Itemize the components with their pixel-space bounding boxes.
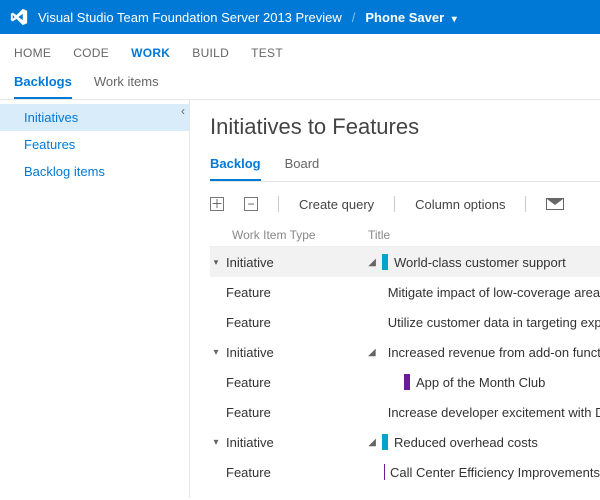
- nav-work[interactable]: WORK: [131, 46, 170, 60]
- work-item-type: Feature: [222, 465, 271, 480]
- toolbar-separator: [394, 196, 395, 212]
- sidebar-item-backlog-items[interactable]: Backlog items: [0, 158, 189, 185]
- view-tabs: Backlog Board: [210, 152, 600, 182]
- initiative-color-chip: [382, 254, 388, 270]
- tree-toggle-icon[interactable]: ◢: [368, 347, 382, 358]
- toolbar: ＋ − Create query Column options: [210, 188, 600, 222]
- grid-row[interactable]: ▾Feature◢App of the Month Club: [210, 367, 600, 397]
- cell-title: ◢Call Center Efficiency Improvements: [368, 464, 600, 480]
- work-item-title: App of the Month Club: [416, 375, 545, 390]
- sidebar-collapse-handle[interactable]: ‹: [181, 104, 185, 118]
- grid-row[interactable]: Initiative ◢ World-class customer support: [210, 247, 600, 277]
- cell-work-item-type: ▾Initiative: [210, 345, 368, 360]
- work-item-title: Increased revenue from add-on functional…: [388, 345, 600, 360]
- grid-row[interactable]: ▾Feature◢Utilize customer data in target…: [210, 307, 600, 337]
- create-query-button[interactable]: Create query: [299, 197, 374, 212]
- page-title: Initiatives to Features: [210, 114, 600, 140]
- nav-home[interactable]: HOME: [14, 46, 51, 60]
- cell-title: ◢ World-class customer support: [368, 254, 600, 270]
- grid-header: Work Item Type Title: [210, 222, 600, 247]
- grid-row[interactable]: ▾Feature◢Mitigate impact of low-coverage…: [210, 277, 600, 307]
- sidebar: ‹ InitiativesFeaturesBacklog items: [0, 100, 190, 498]
- work-item-title: Call Center Efficiency Improvements: [390, 465, 600, 480]
- work-item-type: Feature: [222, 315, 271, 330]
- work-item-title: Mitigate impact of low-coverage areas: [388, 285, 600, 300]
- grid-row[interactable]: ▾Feature◢Call Center Efficiency Improvem…: [210, 457, 600, 487]
- cell-work-item-type: ▾Feature: [210, 405, 368, 420]
- grid-row[interactable]: ▾Initiative◢Reduced overhead costs: [210, 427, 600, 457]
- work-item-type: Feature: [222, 375, 271, 390]
- primary-nav: HOME CODE WORK BUILD TEST: [0, 34, 600, 62]
- work-item-type: Initiative: [222, 255, 274, 270]
- content-body: ‹ InitiativesFeaturesBacklog items Initi…: [0, 100, 600, 498]
- tree-toggle-icon[interactable]: ◢: [368, 257, 382, 268]
- grid-row[interactable]: ▾Initiative◢Increased revenue from add-o…: [210, 337, 600, 367]
- product-name: Visual Studio Team Foundation Server 201…: [38, 10, 342, 25]
- tab-backlog[interactable]: Backlog: [210, 152, 261, 181]
- cell-work-item-type: ▾Feature: [210, 315, 368, 330]
- email-icon[interactable]: [546, 198, 564, 210]
- tree-toggle-icon[interactable]: ◢: [368, 437, 382, 448]
- work-item-type: Initiative: [222, 435, 274, 450]
- collapse-all-icon[interactable]: −: [244, 197, 258, 211]
- cell-title: ◢Increase developer excitement with Deve…: [368, 404, 600, 420]
- cell-title: ◢Utilize customer data in targeting expa…: [368, 314, 600, 330]
- work-item-type: Initiative: [222, 345, 274, 360]
- work-item-title: Increase developer excitement with Devel…: [388, 405, 600, 420]
- toolbar-separator: [525, 196, 526, 212]
- cell-work-item-type: ▾Initiative: [210, 435, 368, 450]
- toolbar-separator: [278, 196, 279, 212]
- initiative-color-chip: [382, 434, 388, 450]
- work-item-type: Feature: [222, 285, 271, 300]
- grid-body: Initiative ◢ World-class customer support ▾…: [210, 247, 600, 487]
- chevron-down-icon: ▾: [452, 14, 457, 25]
- cell-work-item-type: ▾Feature: [210, 375, 368, 390]
- project-name: Phone Saver: [365, 10, 444, 25]
- cell-title: ◢App of the Month Club: [368, 374, 600, 390]
- work-item-title: Reduced overhead costs: [394, 435, 538, 450]
- nav-test[interactable]: TEST: [251, 46, 283, 60]
- cell-work-item-type: ▾Feature: [210, 285, 368, 300]
- cell-work-item-type: Initiative: [210, 255, 368, 270]
- row-expand-caret[interactable]: ▾: [210, 437, 222, 448]
- app-header: Visual Studio Team Foundation Server 201…: [0, 0, 600, 34]
- tab-board[interactable]: Board: [285, 152, 320, 181]
- column-options-button[interactable]: Column options: [415, 197, 505, 212]
- vs-logo-icon: [8, 6, 30, 28]
- grid-row[interactable]: ▾Feature◢Increase developer excitement w…: [210, 397, 600, 427]
- header-separator: /: [352, 10, 356, 25]
- sidebar-item-features[interactable]: Features: [0, 131, 189, 158]
- sidebar-item-initiatives[interactable]: Initiatives: [0, 104, 189, 131]
- cell-work-item-type: ▾Feature: [210, 465, 368, 480]
- project-switcher[interactable]: Phone Saver ▾: [365, 10, 456, 25]
- add-item-icon[interactable]: ＋: [210, 197, 224, 211]
- nav-code[interactable]: CODE: [73, 46, 109, 60]
- feature-color-chip: [404, 374, 410, 390]
- subnav-work-items[interactable]: Work items: [94, 68, 159, 99]
- column-header-title[interactable]: Title: [368, 228, 600, 242]
- work-item-title: World-class customer support: [394, 255, 566, 270]
- work-item-type: Feature: [222, 405, 271, 420]
- work-item-title: Utilize customer data in targeting expan…: [388, 315, 600, 330]
- column-header-type[interactable]: Work Item Type: [228, 228, 368, 242]
- row-expand-caret[interactable]: ▾: [210, 347, 222, 358]
- cell-title: ◢ Reduced overhead costs: [368, 434, 600, 450]
- secondary-nav: Backlogs Work items: [0, 62, 600, 100]
- main-pane: Initiatives to Features Backlog Board ＋ −…: [190, 100, 600, 498]
- cell-title: ◢Mitigate impact of low-coverage areas: [368, 284, 600, 300]
- subnav-backlogs[interactable]: Backlogs: [14, 68, 72, 99]
- nav-build[interactable]: BUILD: [192, 46, 229, 60]
- cell-title: ◢ Increased revenue from add-on functiona…: [368, 344, 600, 360]
